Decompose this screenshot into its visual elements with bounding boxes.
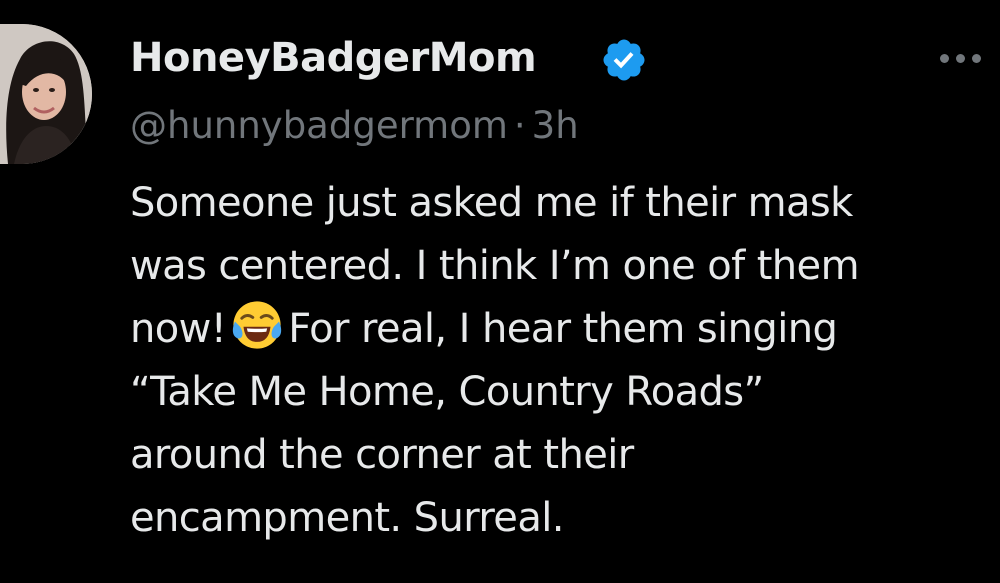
more-dot <box>972 53 981 63</box>
tweet-line: “Take Me Home, Country Roads” <box>130 369 764 415</box>
avatar-photo <box>0 24 92 164</box>
more-dot <box>956 53 965 63</box>
tweet-line: around the corner at their <box>130 432 634 478</box>
tweet-line: now! For real, I hear them singing <box>130 298 995 361</box>
handle[interactable]: @hunnybadgermom <box>130 104 508 147</box>
tweet-text: Someone just asked me if their mask was … <box>130 172 995 550</box>
tweet: HoneyBadgerMom @hunnybadgermom · 3h Someon… <box>0 0 1000 583</box>
tweet-line: encampment. Surreal. <box>130 495 564 541</box>
timestamp[interactable]: 3h <box>532 104 579 147</box>
tweet-line-part: now! <box>130 306 227 352</box>
verified-badge-icon[interactable] <box>600 36 648 84</box>
meta-separator: · <box>513 104 526 147</box>
tweet-meta: @hunnybadgermom · 3h <box>130 100 579 152</box>
tweet-line: was centered. I think I’m one of them <box>130 243 860 289</box>
more-options-icon[interactable] <box>940 40 1000 76</box>
more-dot <box>940 53 949 63</box>
face-with-tears-of-joy-icon <box>233 301 282 349</box>
avatar[interactable] <box>0 24 92 164</box>
display-name[interactable]: HoneyBadgerMom <box>130 30 537 86</box>
tweet-line: Someone just asked me if their mask <box>130 180 853 226</box>
tweet-line-part: For real, I hear them singing <box>288 306 838 352</box>
